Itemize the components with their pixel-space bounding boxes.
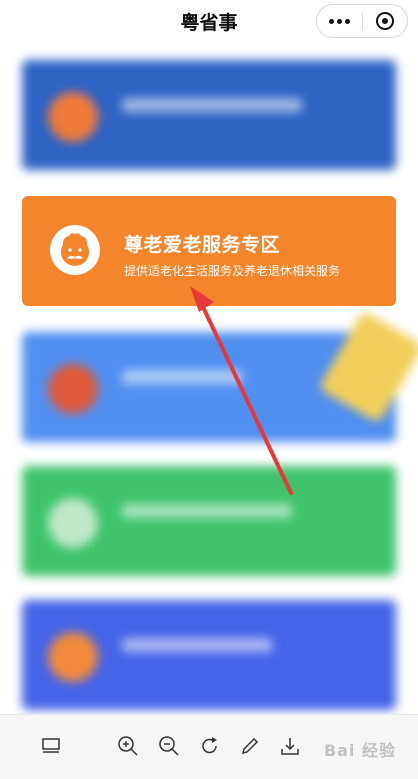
rotate-button[interactable]	[197, 733, 223, 759]
watermark-text: Bai 经验	[323, 741, 396, 760]
elderly-service-card[interactable]: 尊老爱老服务专区 提供适老化生活服务及养老退休相关服务	[22, 196, 396, 306]
card-subtitle: 提供适老化生活服务及养老退休相关服务	[124, 264, 341, 278]
target-icon	[375, 12, 394, 30]
layout-button[interactable]	[38, 733, 64, 759]
zoom-in-button[interactable]	[115, 733, 141, 759]
rotate-icon	[202, 737, 217, 754]
zoom-in-icon	[118, 736, 138, 756]
service-icon	[48, 92, 98, 142]
blurred-service-card[interactable]	[22, 60, 396, 170]
close-mini-program-button[interactable]	[362, 4, 407, 38]
card-title: 尊老爱老服务专区	[124, 234, 281, 256]
download-icon	[281, 738, 299, 755]
zoom-out-button[interactable]	[156, 733, 182, 759]
service-list: 尊老爱老服务专区 提供适老化生活服务及养老退休相关服务	[0, 46, 418, 714]
download-button[interactable]	[277, 733, 303, 759]
zoom-out-icon	[159, 736, 179, 756]
blurred-text	[122, 638, 272, 652]
more-icon	[328, 18, 350, 24]
edit-button[interactable]	[237, 733, 263, 759]
screen: 粤省事 尊老爱老服务专区 提供适老化生活服务及养老退休相关服务 Bai 经验	[0, 0, 418, 779]
nav-bar: 粤省事	[0, 0, 418, 46]
image-viewer-toolbar: Bai 经验	[0, 714, 418, 779]
blurred-text	[122, 98, 302, 112]
layout-icon	[42, 738, 60, 753]
blurred-service-card[interactable]	[22, 600, 396, 710]
blurred-text	[122, 504, 292, 518]
elderly-face-icon	[50, 225, 100, 275]
service-icon	[48, 498, 98, 548]
more-button[interactable]	[317, 4, 362, 38]
blurred-service-card[interactable]	[22, 466, 396, 576]
service-icon	[48, 364, 98, 414]
edit-icon	[241, 737, 259, 755]
corner-graphic	[318, 310, 418, 424]
mini-program-capsule	[316, 4, 408, 38]
blurred-service-card[interactable]	[22, 310, 418, 442]
blurred-text	[122, 370, 242, 384]
service-icon	[48, 632, 98, 682]
